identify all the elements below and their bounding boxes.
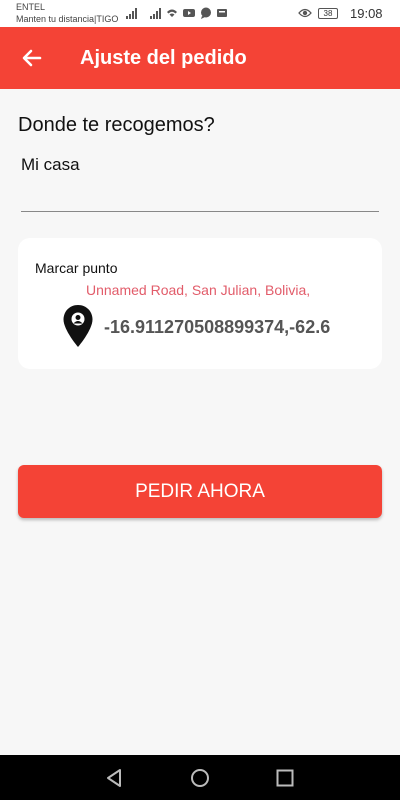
address-text: Unnamed Road, San Julian, Bolivia, (86, 282, 311, 298)
location-card[interactable]: Marcar punto Unnamed Road, San Julian, B… (18, 238, 382, 369)
carrier-name: ENTEL (16, 2, 46, 12)
message-icon (201, 7, 211, 19)
battery-indicator: 38 (318, 8, 338, 19)
triangle-back-icon[interactable] (104, 767, 126, 789)
arrow-back-icon[interactable] (18, 44, 46, 72)
wifi-icon (167, 9, 177, 17)
coordinates-text: -16.911270508899374,-62.6 (104, 317, 331, 337)
clock: 19:08 (350, 6, 383, 21)
page-title: Ajuste del pedido (80, 47, 247, 69)
pickup-question: Donde te recogemos? (18, 114, 215, 136)
navigation-bar (0, 755, 400, 800)
carrier-message: Manten tu distancia|TIGO (16, 14, 119, 24)
pickup-place-input[interactable] (21, 150, 379, 175)
app-bar: Ajuste del pedido (0, 27, 400, 89)
pickup-place-field (21, 150, 379, 212)
square-recents-icon[interactable] (274, 767, 296, 789)
mark-point-label: Marcar punto (35, 260, 118, 276)
youtube-icon (183, 9, 195, 17)
map-pin-icon[interactable] (62, 304, 94, 348)
notification-icon (217, 9, 227, 17)
order-now-button[interactable]: PEDIR AHORA (18, 465, 382, 518)
eye-icon (298, 8, 312, 18)
circle-home-icon[interactable] (189, 767, 211, 789)
status-bar: ENTEL Manten tu distancia|TIGO 38 19:08 (0, 0, 400, 27)
signal-icon (150, 7, 161, 19)
signal-icon (126, 7, 137, 19)
